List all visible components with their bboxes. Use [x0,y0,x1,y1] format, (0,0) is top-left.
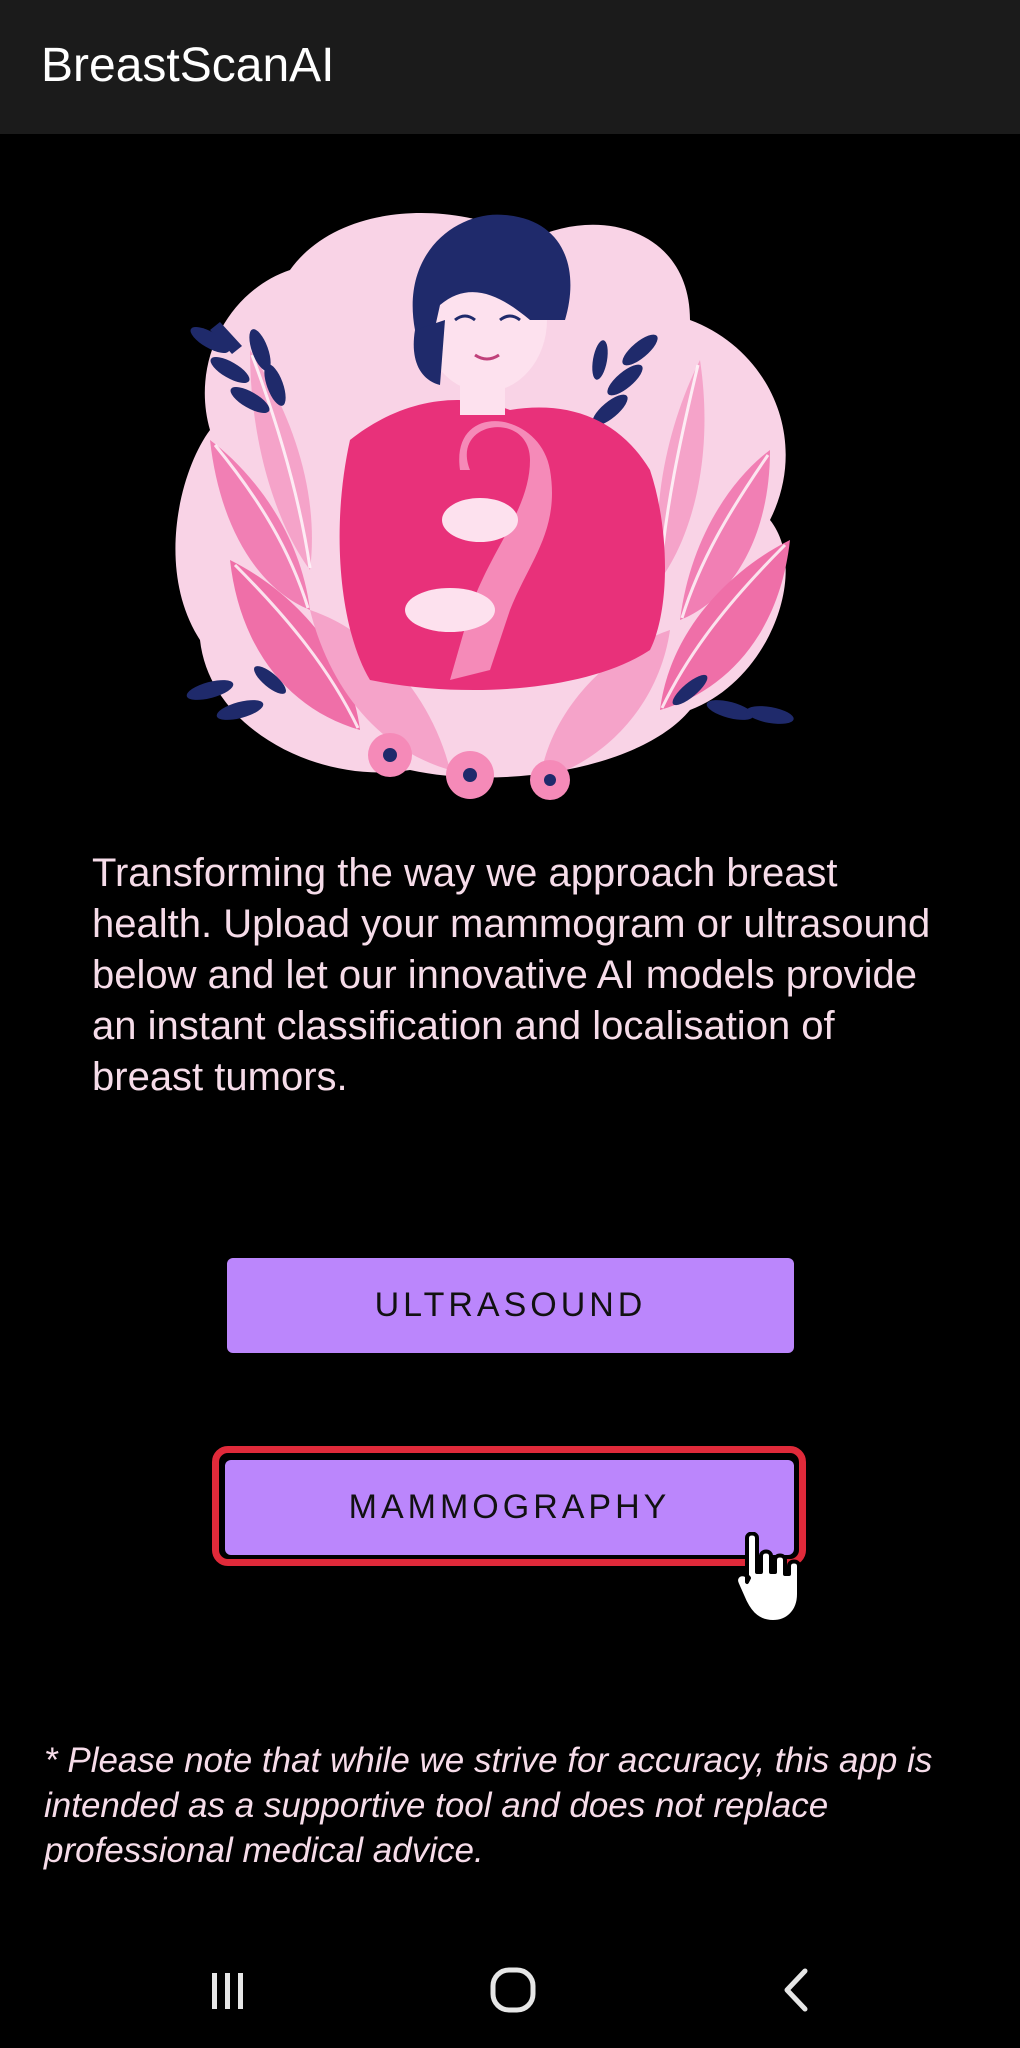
breast-cancer-awareness-illustration [175,212,794,800]
back-button[interactable] [748,1940,848,2040]
mammography-button[interactable]: MAMMOGRAPHY [225,1460,794,1555]
hand-pointer-icon [735,1532,801,1624]
intro-text: Transforming the way we approach breast … [92,851,931,1099]
ultrasound-button[interactable]: ULTRASOUND [227,1258,794,1353]
recents-button[interactable] [178,1940,278,2040]
back-icon [784,1968,808,2012]
home-button[interactable] [463,1940,563,2040]
system-navigation-bar [0,1940,1020,2048]
recents-icon [212,1973,243,2009]
home-icon [490,1967,536,2013]
disclaimer-text: * Please note that while we strive for a… [44,1741,933,1870]
app-bar: BreastScanAI [0,0,1020,134]
app-title: BreastScanAI [41,39,335,92]
